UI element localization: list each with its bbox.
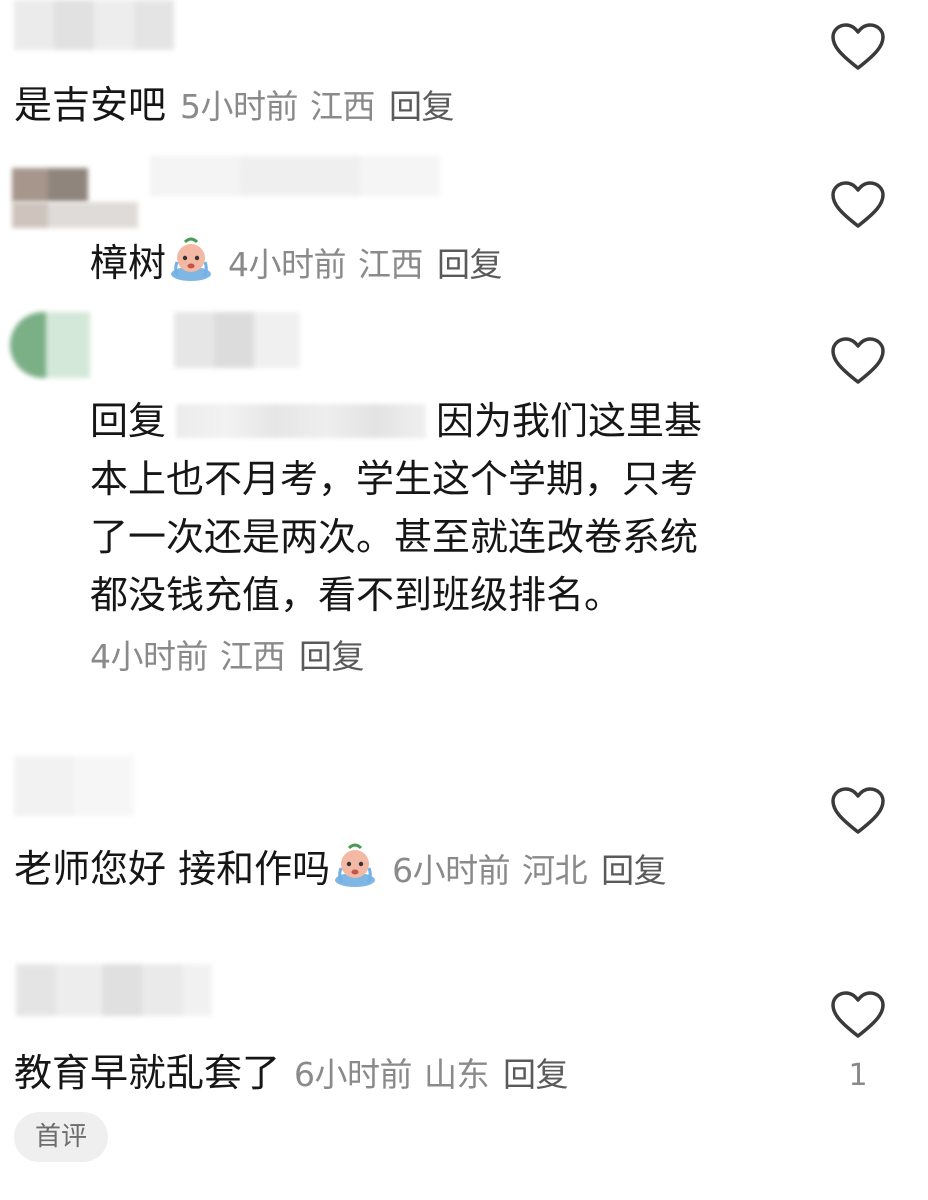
reply-text-line: 了一次还是两次。甚至就连改卷系统 bbox=[90, 515, 699, 559]
comment-1: 樟树 4小时前 江西 回复 bbox=[90, 236, 503, 290]
replied-username-blurred bbox=[176, 404, 427, 438]
comment-4: 教育早就乱套了 6小时前 山东 回复 bbox=[14, 1048, 569, 1100]
comment-meta: 6小时前 山东 回复 bbox=[294, 1055, 569, 1094]
reply-text-line: 本上也不月考，学生这个学期，只考 bbox=[90, 457, 699, 501]
avatar-blurred-lower bbox=[12, 202, 138, 228]
reply-button[interactable]: 回复 bbox=[601, 851, 667, 890]
username-blurred bbox=[150, 156, 440, 196]
comment-time: 4小时前 bbox=[90, 637, 209, 676]
comment-location: 山东 bbox=[424, 1055, 490, 1094]
comment-0: 是吉安吧 5小时前 江西 回复 bbox=[14, 80, 455, 132]
username-blurred bbox=[14, 0, 174, 50]
like-heart-icon[interactable] bbox=[830, 336, 886, 386]
comment-time: 5小时前 bbox=[180, 87, 299, 126]
username-blurred bbox=[14, 756, 134, 816]
crying-sticker bbox=[335, 843, 376, 887]
like-heart-icon[interactable] bbox=[830, 180, 886, 230]
comment-text: 是吉安吧 bbox=[14, 83, 167, 127]
reply-text-line: 因为我们这里基 bbox=[436, 399, 703, 443]
reply-button[interactable]: 回复 bbox=[389, 87, 455, 126]
comment-text: 教育早就乱套了 bbox=[14, 1051, 281, 1095]
comment-meta: 6小时前 河北 回复 bbox=[392, 851, 667, 890]
comment-3: 老师您好 接和作吗 6小时前 河北 回复 bbox=[14, 842, 667, 896]
reply-button[interactable]: 回复 bbox=[503, 1055, 569, 1094]
comment-time: 6小时前 bbox=[392, 851, 511, 890]
avatar-blurred bbox=[12, 168, 88, 202]
comment-time: 6小时前 bbox=[294, 1055, 413, 1094]
reply-line-1: 回复 因为我们这里基 bbox=[90, 392, 790, 450]
comment-text: 樟树 bbox=[90, 241, 167, 285]
comment-2-meta: 4小时前 江西 回复 bbox=[76, 630, 365, 682]
first-comment-tag: 首评 bbox=[14, 1112, 108, 1162]
comment-meta: 5小时前 江西 回复 bbox=[180, 87, 455, 126]
comment-location: 江西 bbox=[358, 245, 424, 284]
like-heart-icon[interactable] bbox=[830, 786, 886, 836]
like-count: 1 bbox=[848, 1058, 868, 1093]
comment-meta: 4小时前 江西 回复 bbox=[90, 637, 365, 676]
reply-prefix: 回复 bbox=[90, 399, 167, 443]
username-blurred bbox=[174, 312, 300, 368]
comment-meta: 4小时前 江西 回复 bbox=[228, 245, 503, 284]
comment-location: 河北 bbox=[522, 851, 588, 890]
reply-button[interactable]: 回复 bbox=[437, 245, 503, 284]
comment-2: 回复 因为我们这里基 本上也不月考，学生这个学期，只考 了一次还是两次。甚至就连改… bbox=[90, 392, 790, 624]
like-heart-icon[interactable] bbox=[830, 990, 886, 1040]
comment-location: 江西 bbox=[220, 637, 286, 676]
crying-sticker bbox=[171, 237, 212, 281]
like-heart-icon[interactable] bbox=[830, 22, 886, 72]
avatar-blurred bbox=[10, 312, 90, 378]
reply-text-line: 都没钱充值，看不到班级排名。 bbox=[90, 573, 623, 617]
username-blurred bbox=[16, 964, 212, 1016]
comment-location: 江西 bbox=[310, 87, 376, 126]
comment-time: 4小时前 bbox=[228, 245, 347, 284]
comment-text: 老师您好 接和作吗 bbox=[14, 847, 331, 891]
reply-button[interactable]: 回复 bbox=[299, 637, 365, 676]
